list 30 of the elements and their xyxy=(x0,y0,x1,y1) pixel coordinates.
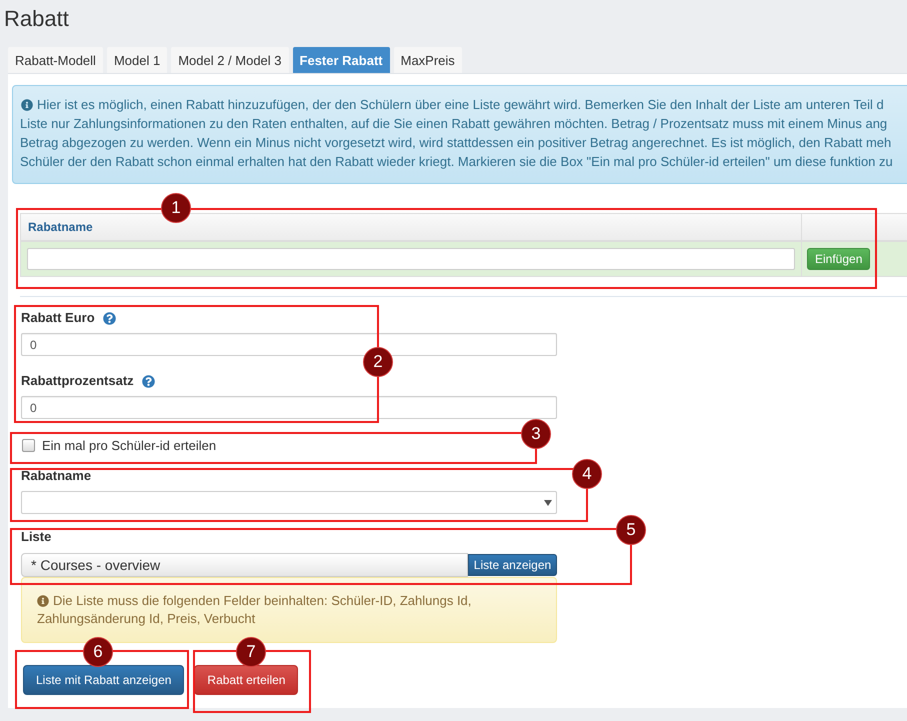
info-icon xyxy=(37,595,49,607)
tab[interactable]: Model 2 / Model 3 xyxy=(171,47,289,73)
note-text: Die Liste muss die folgenden Felder beinhalten: Schüler-ID, Zahlungs Id, xyxy=(53,592,472,610)
action-button[interactable]: Liste mit Rabatt anzeigen xyxy=(23,665,184,695)
number-field[interactable]: 0 xyxy=(21,396,557,419)
page-title: Rabatt xyxy=(3,5,70,33)
column-header: Rabatname xyxy=(27,220,93,234)
number-field[interactable]: 0 xyxy=(21,333,557,356)
checkbox[interactable] xyxy=(22,438,35,452)
tab[interactable]: Fester Rabatt xyxy=(292,47,390,73)
info-icon xyxy=(21,98,33,110)
list-field[interactable]: * Courses - overview xyxy=(21,553,468,577)
caret-icon xyxy=(544,500,552,506)
info-text: Hier ist es möglich, einen Rabatt hinzuzufügen, der den Schülern über eine Liste gewährt wird. Bemerken Sie den Inhalt der Liste am unteren Teil d xyxy=(37,96,884,114)
show-list-button[interactable]: Liste anzeigen xyxy=(468,554,557,576)
tab[interactable]: Rabatt-Modell xyxy=(8,47,103,73)
note-text: Zahlungsänderung Id, Preis, Verbucht xyxy=(37,610,256,628)
name-input-field[interactable] xyxy=(27,248,795,270)
field-label: Rabatname xyxy=(21,467,92,485)
field-label: Liste xyxy=(21,528,52,546)
field-label: Rabattprozentsatz xyxy=(21,372,134,390)
field-label: Rabatt Euro xyxy=(21,309,95,327)
tab[interactable]: MaxPreis xyxy=(394,47,462,73)
select-field[interactable] xyxy=(21,491,557,514)
action-button[interactable]: Rabatt erteilen xyxy=(194,665,298,695)
info-text: Liste nur Zahlungsinformationen zu den Raten enthalten, auf die Sie einen Rabatt gewähren möchten. Betrag / Prozentsatz muss mit einem Minus ang Betrag abgezogen zu werden. Wenn ein Minus nicht vorgesetzt wird, wird stattdessen ein positiver Betrag angerechnet. Es ist möglich, den Rabatt meh Schüler der den Rabatt schon einmal erhalten hat den Rabatt wieder kriegt. Markieren sie die Box "Ein mal pro Schüler-id erteilen" um diese funktion zu xyxy=(20,115,894,171)
help-icon[interactable] xyxy=(142,374,155,388)
checkbox-label: Ein mal pro Schüler-id erteilen xyxy=(42,438,216,452)
help-icon[interactable] xyxy=(102,312,116,324)
tab[interactable]: Model 1 xyxy=(106,47,168,73)
